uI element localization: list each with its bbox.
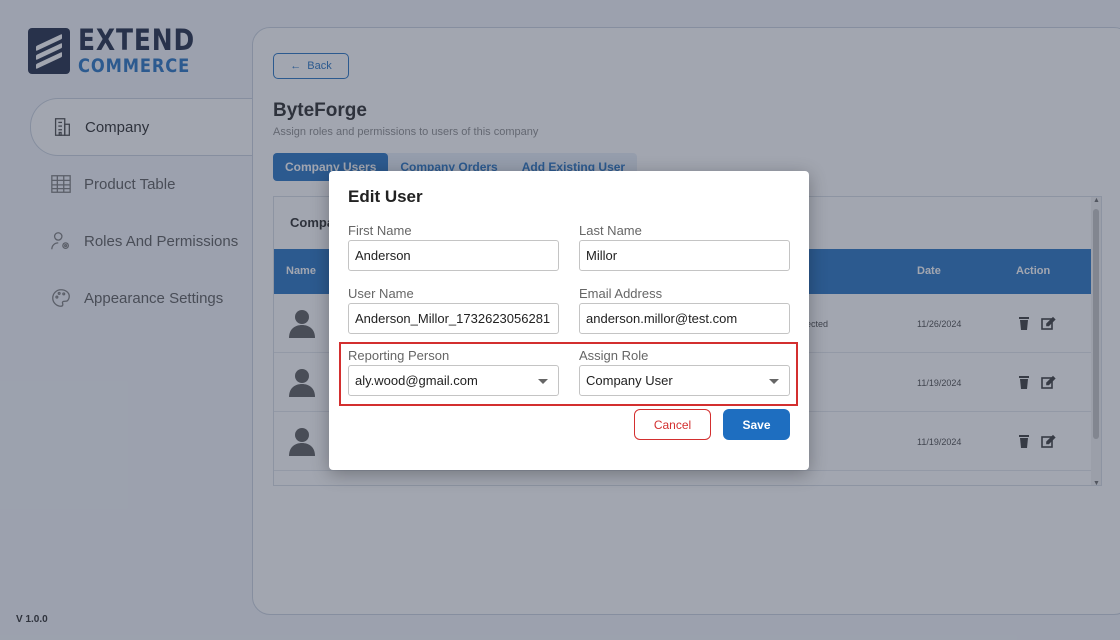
first-name-label: First Name [348,223,412,238]
assign-role-select[interactable]: Company User [579,365,790,396]
assign-role-label: Assign Role [579,348,649,363]
email-label: Email Address [579,286,663,301]
reporting-person-value: aly.wood@gmail.com [355,373,478,388]
username-label: User Name [348,286,414,301]
edit-user-dialog: Edit User First Name Last Name User Name… [329,171,809,470]
last-name-label: Last Name [579,223,642,238]
caret-down-icon [769,379,779,384]
save-button[interactable]: Save [723,409,790,440]
caret-down-icon [538,379,548,384]
cancel-button[interactable]: Cancel [634,409,711,440]
email-field[interactable] [579,303,790,334]
dialog-title: Edit User [348,187,423,206]
last-name-field[interactable] [579,240,790,271]
username-field[interactable] [348,303,559,334]
reporting-person-select[interactable]: aly.wood@gmail.com [348,365,559,396]
first-name-field[interactable] [348,240,559,271]
reporting-person-label: Reporting Person [348,348,450,363]
assign-role-value: Company User [586,373,673,388]
